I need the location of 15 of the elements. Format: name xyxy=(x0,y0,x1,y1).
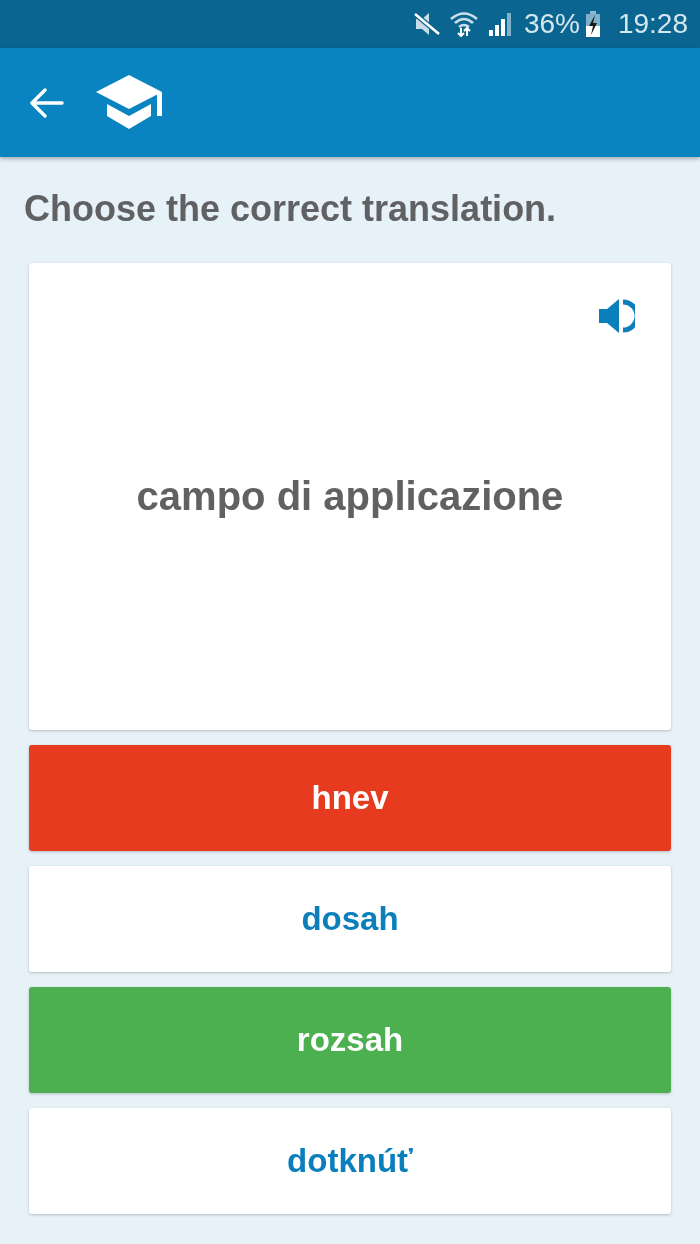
battery-charging-icon xyxy=(585,11,600,37)
signal-icon xyxy=(487,12,514,36)
foreign-word: campo di applicazione xyxy=(136,472,564,520)
instruction-text: Choose the correct translation. xyxy=(24,189,558,229)
clock-time: 19:28 xyxy=(617,8,688,40)
wifi-icon xyxy=(449,11,478,37)
answer-button[interactable]: hnev xyxy=(29,745,671,851)
answer-button[interactable]: dosah xyxy=(29,866,671,972)
graduation-cap-icon xyxy=(96,74,162,129)
answer-button[interactable]: dotknúť xyxy=(29,1108,671,1214)
battery-percent: 36% xyxy=(523,8,580,40)
back-icon[interactable] xyxy=(30,87,64,118)
speaker-icon[interactable] xyxy=(599,299,635,333)
mute-icon xyxy=(413,12,440,36)
answer-button[interactable]: rozsah xyxy=(29,987,671,1093)
